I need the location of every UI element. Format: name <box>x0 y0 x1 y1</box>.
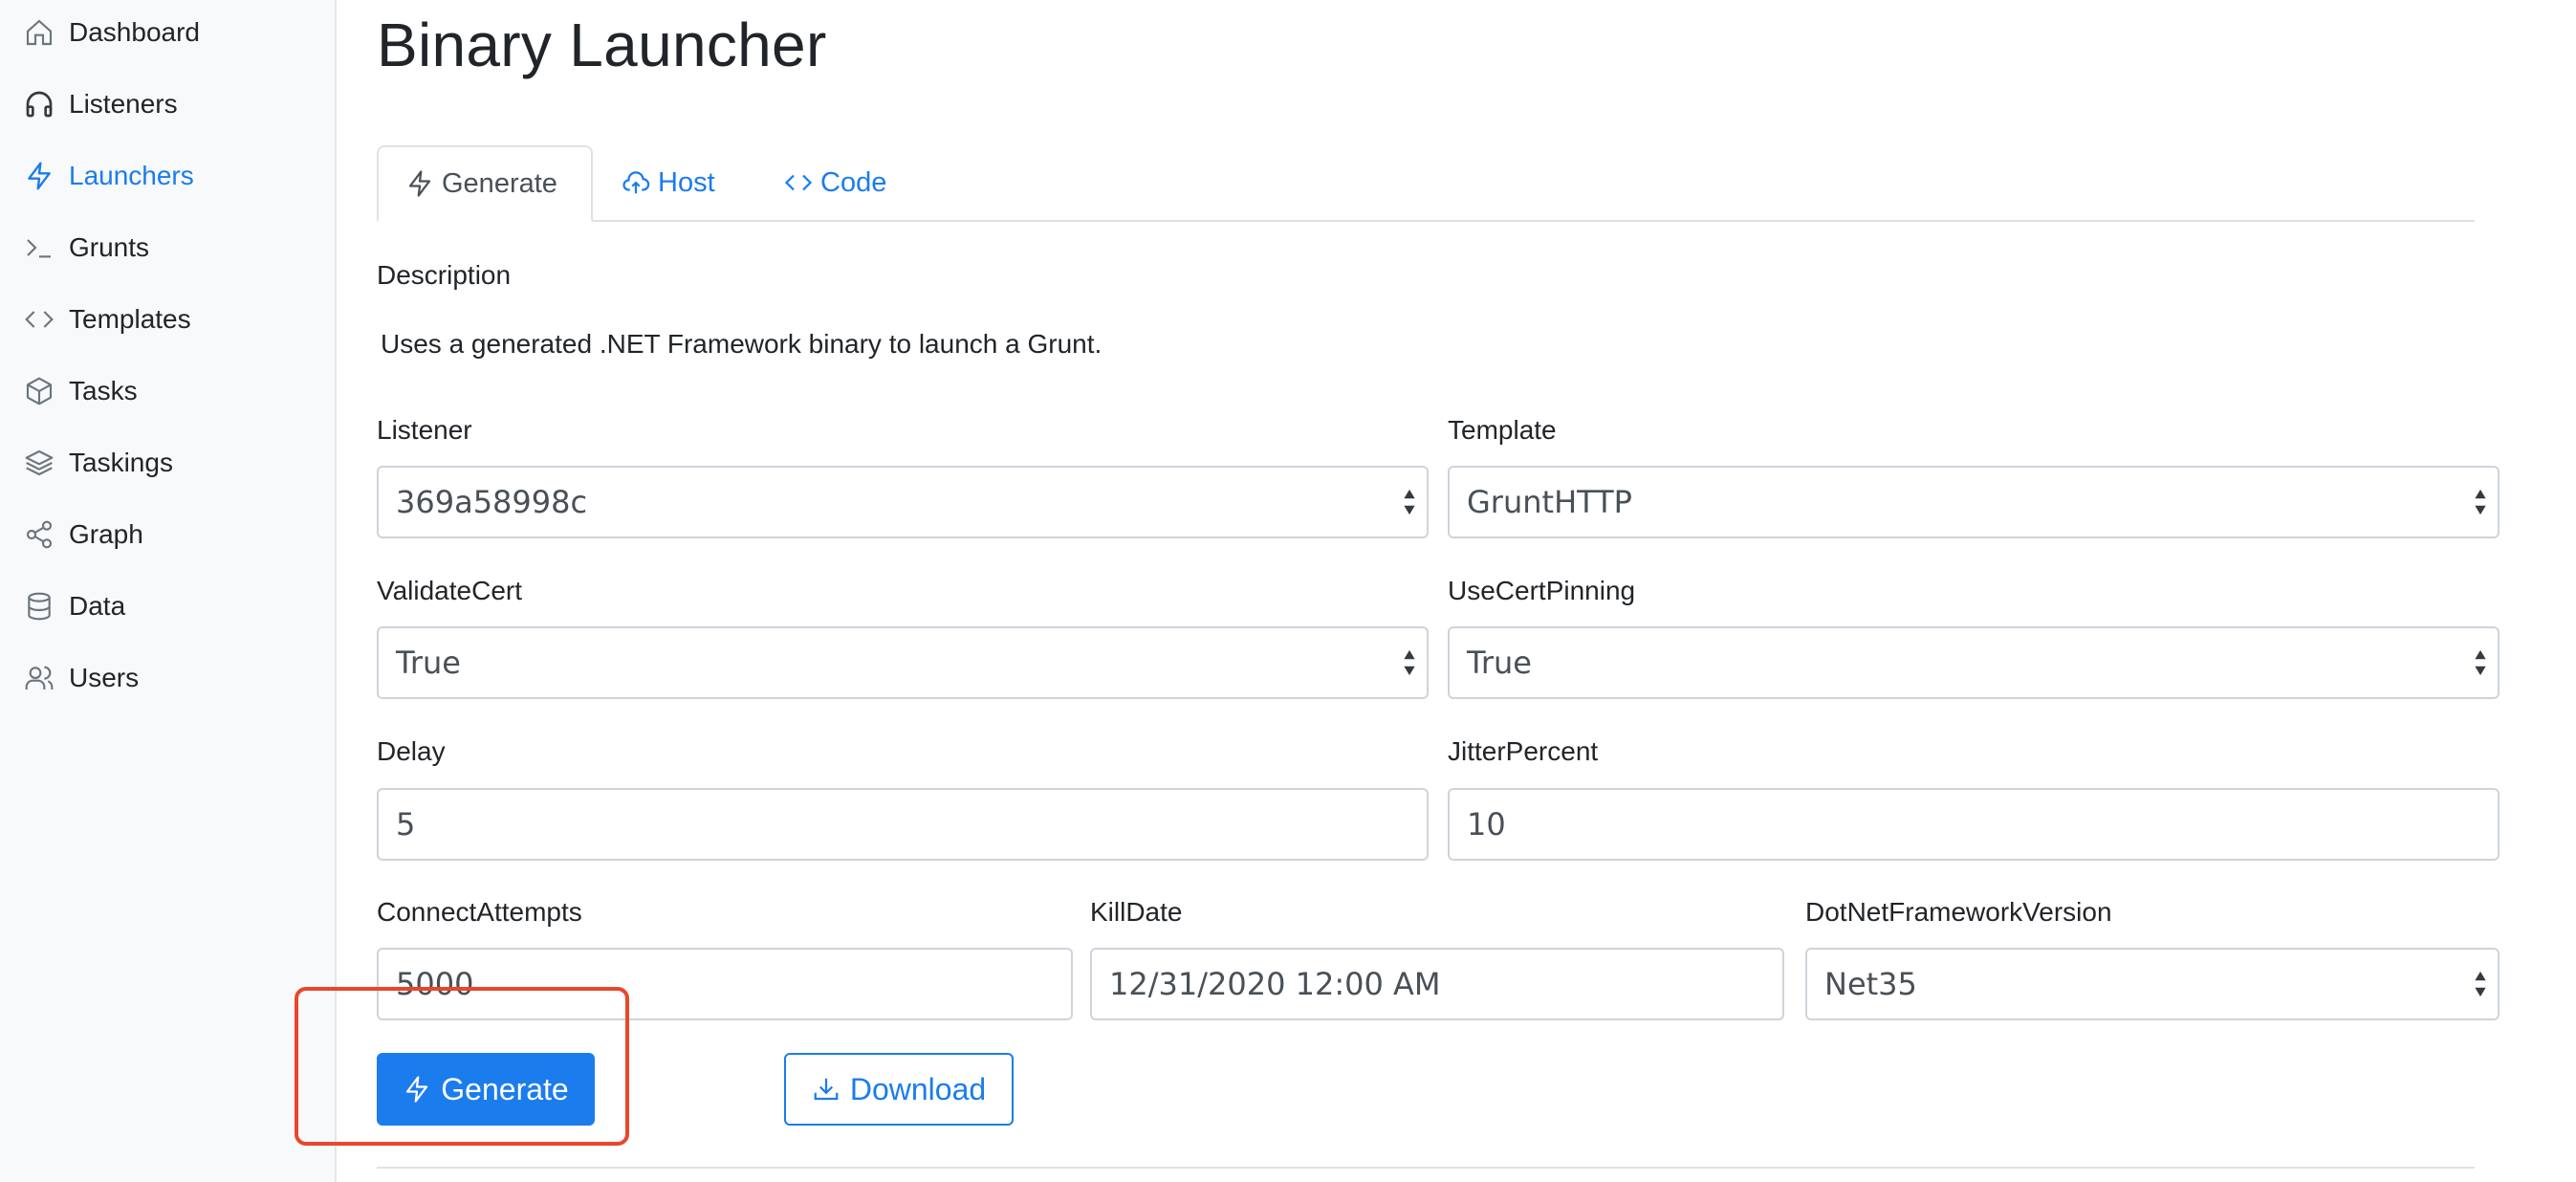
bottom-divider <box>377 1167 2475 1169</box>
sidebar-item-label: Taskings <box>69 448 173 477</box>
share-icon <box>23 518 55 551</box>
layers-icon <box>23 447 55 479</box>
dotnet-version-select[interactable]: Net35 <box>1805 948 2500 1020</box>
validate-cert-label: ValidateCert <box>377 576 523 605</box>
use-cert-pinning-label: UseCertPinning <box>1448 576 1636 605</box>
template-value: GruntHTTP <box>1467 484 1632 520</box>
select-arrows-icon <box>1404 649 1415 676</box>
cloud-upload-icon <box>622 171 650 194</box>
tab-bar: Generate Host Code <box>377 145 2475 222</box>
kill-date-field[interactable] <box>1090 948 1784 1020</box>
select-arrows-icon <box>2475 971 2486 997</box>
sidebar: Dashboard Listeners Launchers Grunts Tem… <box>0 0 337 1182</box>
download-button[interactable]: Download <box>784 1053 1014 1126</box>
listener-label: Listener <box>377 415 472 445</box>
validate-cert-value: True <box>396 645 461 681</box>
template-select[interactable]: GruntHTTP <box>1448 466 2500 538</box>
tab-label: Generate <box>442 167 557 199</box>
sidebar-item-label: Launchers <box>69 161 194 190</box>
select-arrows-icon <box>2475 649 2486 676</box>
download-button-label: Download <box>849 1071 987 1106</box>
main-content: Binary Launcher Generate Host Code Descr… <box>377 0 2500 1182</box>
jitter-percent-label: JitterPercent <box>1448 736 1599 766</box>
dotnet-version-label: DotNetFrameworkVersion <box>1805 897 2112 927</box>
sidebar-item-label: Graph <box>69 519 143 549</box>
sidebar-item-label: Templates <box>69 304 191 334</box>
tab-generate[interactable]: Generate <box>377 145 593 222</box>
lightning-icon <box>408 170 431 197</box>
code-icon <box>784 174 813 191</box>
listener-select[interactable]: 369a58998c <box>377 466 1429 538</box>
tab-label: Host <box>658 166 715 198</box>
jitter-percent-field[interactable] <box>1448 788 2500 861</box>
tab-host[interactable]: Host <box>595 145 742 220</box>
sidebar-item-label: Listeners <box>69 89 178 119</box>
template-label: Template <box>1448 415 1557 445</box>
delay-label: Delay <box>377 736 446 766</box>
jitter-percent-input[interactable] <box>1467 806 2395 843</box>
box-icon <box>23 375 55 407</box>
home-icon <box>23 16 55 49</box>
connect-attempts-label: ConnectAttempts <box>377 897 582 927</box>
page-title: Binary Launcher <box>377 11 827 79</box>
headphones-icon <box>23 88 55 120</box>
sidebar-item-data[interactable]: Data <box>23 578 125 635</box>
kill-date-input[interactable] <box>1109 966 1715 1002</box>
use-cert-pinning-select[interactable]: True <box>1448 626 2500 699</box>
description-text: Uses a generated .NET Framework binary t… <box>381 329 1102 359</box>
sidebar-item-label: Tasks <box>69 376 138 405</box>
sidebar-item-grunts[interactable]: Grunts <box>23 219 149 276</box>
select-arrows-icon <box>2475 489 2486 515</box>
sidebar-item-dashboard[interactable]: Dashboard <box>23 4 200 61</box>
tab-label: Code <box>820 166 887 198</box>
kill-date-label: KillDate <box>1090 897 1183 927</box>
delay-input[interactable] <box>396 806 1324 843</box>
tab-code[interactable]: Code <box>757 145 913 220</box>
sidebar-item-launchers[interactable]: Launchers <box>23 147 194 205</box>
sidebar-item-label: Grunts <box>69 232 150 262</box>
validate-cert-select[interactable]: True <box>377 626 1429 699</box>
description-label: Description <box>377 260 512 290</box>
sidebar-item-label: Data <box>69 591 126 621</box>
sidebar-item-templates[interactable]: Templates <box>23 291 191 348</box>
highlight-box <box>295 987 629 1146</box>
listener-value: 369a58998c <box>396 484 588 520</box>
delay-field[interactable] <box>377 788 1429 861</box>
sidebar-item-users[interactable]: Users <box>23 649 139 707</box>
sidebar-item-listeners[interactable]: Listeners <box>23 76 178 133</box>
download-icon <box>814 1078 839 1101</box>
users-icon <box>23 662 55 694</box>
code-icon <box>23 303 55 336</box>
sidebar-item-taskings[interactable]: Taskings <box>23 434 173 492</box>
select-arrows-icon <box>1404 489 1415 515</box>
sidebar-item-tasks[interactable]: Tasks <box>23 362 138 420</box>
sidebar-item-label: Dashboard <box>69 17 200 47</box>
sidebar-item-label: Users <box>69 663 140 692</box>
terminal-icon <box>23 231 55 264</box>
sidebar-item-graph[interactable]: Graph <box>23 506 143 563</box>
use-cert-pinning-value: True <box>1467 645 1532 681</box>
lightning-icon <box>23 160 55 192</box>
database-icon <box>23 590 55 623</box>
dotnet-version-value: Net35 <box>1824 966 1917 1002</box>
